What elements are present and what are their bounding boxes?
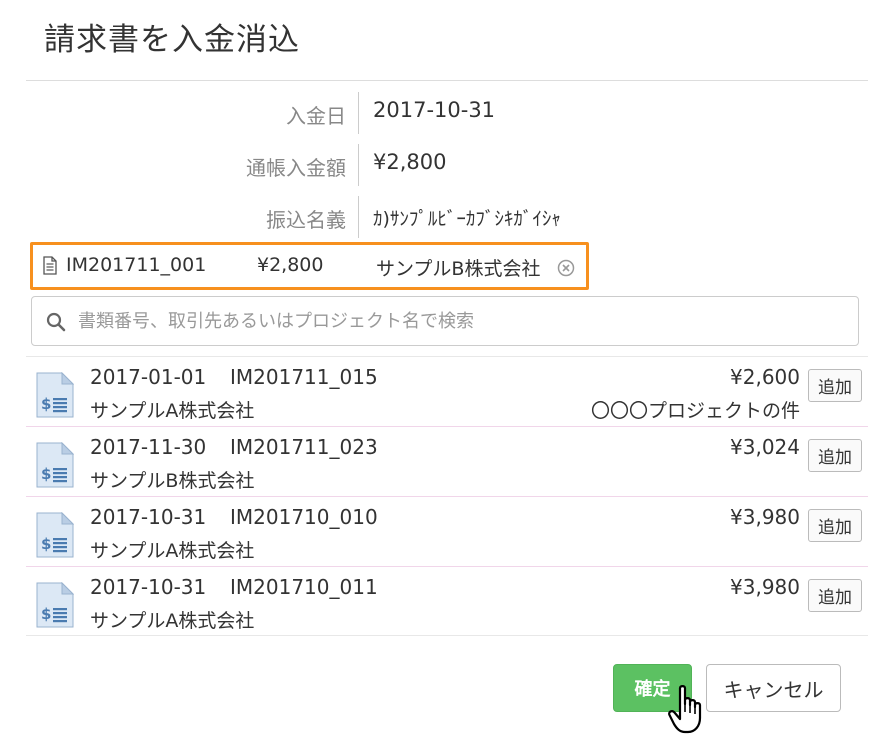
- title-divider: [26, 80, 868, 81]
- invoice-icon: $: [36, 582, 74, 628]
- add-button[interactable]: 追加: [808, 579, 862, 612]
- svg-text:$: $: [41, 465, 51, 483]
- svg-text:$: $: [41, 535, 51, 553]
- field-value: 2017-10-31: [373, 98, 496, 122]
- invoice-date: 2017-10-31: [90, 575, 207, 599]
- invoice-number: IM201711_015: [230, 365, 378, 389]
- invoice-icon: $: [36, 512, 74, 558]
- invoice-date: 2017-01-01: [90, 365, 207, 389]
- invoice-amount: ¥3,980: [730, 505, 800, 529]
- invoice-company: サンプルB株式会社: [90, 470, 255, 492]
- dialog-title: 請求書を入金消込: [44, 22, 300, 58]
- field-value: ｶ)ｻﾝﾌﾟﾙﾋﾞｰｶﾌﾞｼｷｶﾞｲｼｬ: [373, 208, 561, 230]
- invoice-company: サンプルA株式会社: [90, 610, 255, 632]
- list-item: $ 2017-10-31 IM201710_010 サンプルA株式会社 ¥3,9…: [26, 496, 868, 566]
- list-item: $ 2017-10-31 IM201710_011 サンプルA株式会社 ¥3,9…: [26, 566, 868, 636]
- field-label: 通帳入金額: [246, 156, 346, 180]
- confirm-button[interactable]: 確定: [613, 664, 692, 712]
- invoice-list: $ 2017-01-01 IM201711_015 サンプルA株式会社 ¥2,6…: [26, 356, 868, 636]
- invoice-amount: ¥2,600: [730, 365, 800, 389]
- add-button[interactable]: 追加: [808, 369, 862, 402]
- field-divider: [358, 196, 359, 238]
- add-button[interactable]: 追加: [808, 439, 862, 472]
- field-label: 振込名義: [266, 208, 346, 232]
- invoice-number: IM201710_011: [230, 575, 378, 599]
- field-divider: [358, 92, 359, 134]
- invoice-company: サンプルA株式会社: [90, 400, 255, 422]
- document-icon: [43, 256, 57, 275]
- invoice-icon: $: [36, 372, 74, 418]
- field-value: ¥2,800: [373, 150, 447, 174]
- cancel-button[interactable]: キャンセル: [706, 664, 841, 712]
- list-item: $ 2017-01-01 IM201711_015 サンプルA株式会社 ¥2,6…: [26, 356, 868, 426]
- field-divider: [358, 144, 359, 186]
- selected-doc-number: IM201711_001: [66, 254, 207, 276]
- field-payment-date: 入金日 2017-10-31: [0, 92, 894, 134]
- invoice-number: IM201710_010: [230, 505, 378, 529]
- field-deposit-amount: 通帳入金額 ¥2,800: [0, 144, 894, 186]
- search-icon: [46, 312, 66, 332]
- selected-invoice: IM201711_001 ¥2,800 サンプルB株式会社: [30, 242, 589, 290]
- search-input[interactable]: [78, 303, 848, 339]
- svg-text:$: $: [41, 605, 51, 623]
- invoice-company: サンプルA株式会社: [90, 540, 255, 562]
- add-button[interactable]: 追加: [808, 509, 862, 542]
- selected-amount: ¥2,800: [257, 254, 324, 276]
- invoice-project: 〇〇〇プロジェクトの件: [590, 400, 800, 422]
- svg-text:$: $: [41, 395, 51, 413]
- search-box[interactable]: [31, 296, 859, 346]
- invoice-date: 2017-10-31: [90, 505, 207, 529]
- field-label: 入金日: [286, 104, 346, 128]
- invoice-icon: $: [36, 442, 74, 488]
- field-payer-name: 振込名義 ｶ)ｻﾝﾌﾟﾙﾋﾞｰｶﾌﾞｼｷｶﾞｲｼｬ: [0, 196, 894, 238]
- invoice-amount: ¥3,980: [730, 575, 800, 599]
- selected-company: サンプルB株式会社: [376, 258, 541, 280]
- invoice-amount: ¥3,024: [730, 435, 800, 459]
- invoice-date: 2017-11-30: [90, 435, 207, 459]
- list-item: $ 2017-11-30 IM201711_023 サンプルB株式会社 ¥3,0…: [26, 426, 868, 496]
- invoice-number: IM201711_023: [230, 435, 378, 459]
- close-circle-icon[interactable]: [557, 259, 575, 277]
